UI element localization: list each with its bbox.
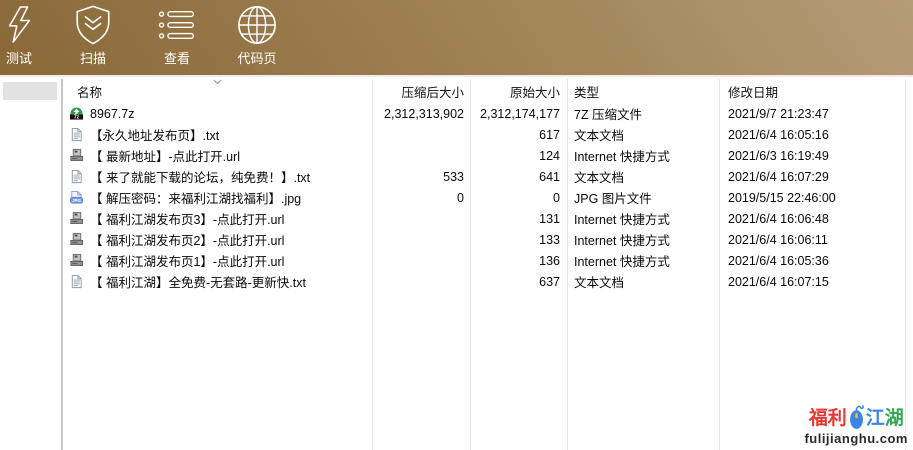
- file-modified-date: 2021/6/3 16:19:49: [719, 149, 905, 163]
- mouse-icon: [848, 404, 865, 430]
- file-name: 【 福利江湖发布页2】-点此打开.url: [90, 230, 284, 249]
- globe-icon: [236, 4, 278, 46]
- file-type: 文本文档: [567, 272, 719, 291]
- file-compressed-size: 0: [372, 191, 470, 205]
- file-modified-date: 2021/6/4 16:05:16: [719, 128, 905, 142]
- file-rows: 8967.7z 2,312,313,902 2,312,174,177 7Z 压…: [63, 103, 913, 292]
- table-row[interactable]: 【 最新地址】-点此打开.url 124 Internet 快捷方式 2021/…: [63, 145, 913, 166]
- file-name: 【 福利江湖发布页1】-点此打开.url: [90, 251, 284, 270]
- file-original-size: 0: [470, 191, 567, 205]
- sort-indicator-icon[interactable]: [213, 79, 222, 85]
- file-name: 【永久地址发布页】.txt: [90, 125, 219, 144]
- table-row[interactable]: 【 福利江湖发布页3】-点此打开.url 131 Internet 快捷方式 2…: [63, 208, 913, 229]
- file-original-size: 637: [470, 275, 567, 289]
- toolbar-button-test[interactable]: 测试: [0, 4, 38, 67]
- toolbar-button-codepage[interactable]: 代码页: [224, 4, 290, 67]
- toolbar-button-label: 测试: [6, 48, 32, 67]
- brand-logo: 福利 江湖: [804, 404, 908, 430]
- file-original-size: 133: [470, 233, 567, 247]
- column-header-type[interactable]: 类型: [567, 82, 719, 101]
- file-original-size: 131: [470, 212, 567, 226]
- table-row[interactable]: 8967.7z 2,312,313,902 2,312,174,177 7Z 压…: [63, 103, 913, 124]
- file-modified-date: 2021/6/4 16:07:15: [719, 275, 905, 289]
- toolbar-button-view[interactable]: 查看: [147, 4, 207, 67]
- file-type: Internet 快捷方式: [567, 230, 719, 249]
- table-row[interactable]: 【 来了就能下载的论坛，纯免费！】.txt 533 641 文本文档 2021/…: [63, 166, 913, 187]
- text-file-icon: [69, 127, 84, 142]
- file-type: JPG 图片文件: [567, 188, 719, 207]
- file-type: 文本文档: [567, 125, 719, 144]
- jpg-image-icon: [69, 190, 84, 205]
- file-name: 【 福利江湖】全免费-无套路-更新快.txt: [90, 272, 306, 291]
- file-name: 8967.7z: [90, 107, 134, 121]
- content-area: 名称 压缩后大小 原始大小 类型 修改日期 8967.7z 2,312,313,…: [0, 79, 913, 450]
- file-compressed-size: 533: [372, 170, 470, 184]
- file-name: 【 解压密码：来福利江湖找福利】.jpg: [90, 188, 301, 207]
- file-type: 7Z 压缩文件: [567, 104, 719, 123]
- file-type: Internet 快捷方式: [567, 209, 719, 228]
- file-compressed-size: 2,312,313,902: [372, 107, 470, 121]
- brand-text-hu: 湖: [885, 408, 904, 429]
- file-modified-date: 2021/6/4 16:06:11: [719, 233, 905, 247]
- file-original-size: 2,312,174,177: [470, 107, 567, 121]
- list-header-row: 名称 压缩后大小 原始大小 类型 修改日期: [63, 79, 913, 103]
- brand-text-fuli: 福利: [809, 408, 847, 429]
- url-shortcut-icon: [69, 232, 84, 247]
- file-modified-date: 2021/6/4 16:05:36: [719, 254, 905, 268]
- file-modified-date: 2021/9/7 21:23:47: [719, 107, 905, 121]
- column-header-original[interactable]: 原始大小: [470, 82, 567, 101]
- table-row[interactable]: 【永久地址发布页】.txt 617 文本文档 2021/6/4 16:05:16: [63, 124, 913, 145]
- toolbar-button-label: 代码页: [237, 48, 276, 67]
- file-original-size: 617: [470, 128, 567, 142]
- url-shortcut-icon: [69, 253, 84, 268]
- table-row[interactable]: 【 福利江湖发布页2】-点此打开.url 133 Internet 快捷方式 2…: [63, 229, 913, 250]
- text-file-icon: [69, 169, 84, 184]
- file-name: 【 最新地址】-点此打开.url: [90, 146, 240, 165]
- file-type: 文本文档: [567, 167, 719, 186]
- file-original-size: 124: [470, 149, 567, 163]
- brand-text-jiang: 江: [866, 408, 885, 429]
- toolbar-button-label: 扫描: [80, 48, 106, 67]
- file-original-size: 641: [470, 170, 567, 184]
- file-modified-date: 2021/6/4 16:07:29: [719, 170, 905, 184]
- url-shortcut-icon: [69, 148, 84, 163]
- toolbar-button-scan[interactable]: 扫描: [63, 4, 123, 67]
- file-type: Internet 快捷方式: [567, 146, 719, 165]
- file-type: Internet 快捷方式: [567, 251, 719, 270]
- list-view-icon: [157, 4, 197, 46]
- file-name: 【 福利江湖发布页3】-点此打开.url: [90, 209, 284, 228]
- toolbar-button-label: 查看: [164, 48, 190, 67]
- side-pane-header: [3, 82, 57, 100]
- site-watermark: 福利 江湖 fulijianghu.com: [804, 404, 908, 445]
- toolbar: 测试 扫描 查看 代码页: [0, 0, 913, 77]
- table-row[interactable]: 【 福利江湖】全免费-无套路-更新快.txt 637 文本文档 2021/6/4…: [63, 271, 913, 292]
- file-list-pane: 名称 压缩后大小 原始大小 类型 修改日期 8967.7z 2,312,313,…: [63, 79, 913, 450]
- table-row[interactable]: 【 解压密码：来福利江湖找福利】.jpg 0 0 JPG 图片文件 2019/5…: [63, 187, 913, 208]
- table-row[interactable]: 【 福利江湖发布页1】-点此打开.url 136 Internet 快捷方式 2…: [63, 250, 913, 271]
- file-original-size: 136: [470, 254, 567, 268]
- file-modified-date: 2019/5/15 22:46:00: [719, 191, 905, 205]
- 7z-archive-icon: [69, 106, 84, 121]
- file-modified-date: 2021/6/4 16:06:48: [719, 212, 905, 226]
- column-header-modified[interactable]: 修改日期: [719, 82, 905, 101]
- shield-scan-icon: [72, 4, 114, 46]
- url-shortcut-icon: [69, 211, 84, 226]
- file-name: 【 来了就能下载的论坛，纯免费！】.txt: [90, 167, 310, 186]
- column-header-compressed[interactable]: 压缩后大小: [372, 82, 470, 101]
- side-pane: [0, 79, 61, 450]
- text-file-icon: [69, 274, 84, 289]
- brand-domain: fulijianghu.com: [804, 432, 908, 445]
- lightning-icon: [6, 4, 33, 46]
